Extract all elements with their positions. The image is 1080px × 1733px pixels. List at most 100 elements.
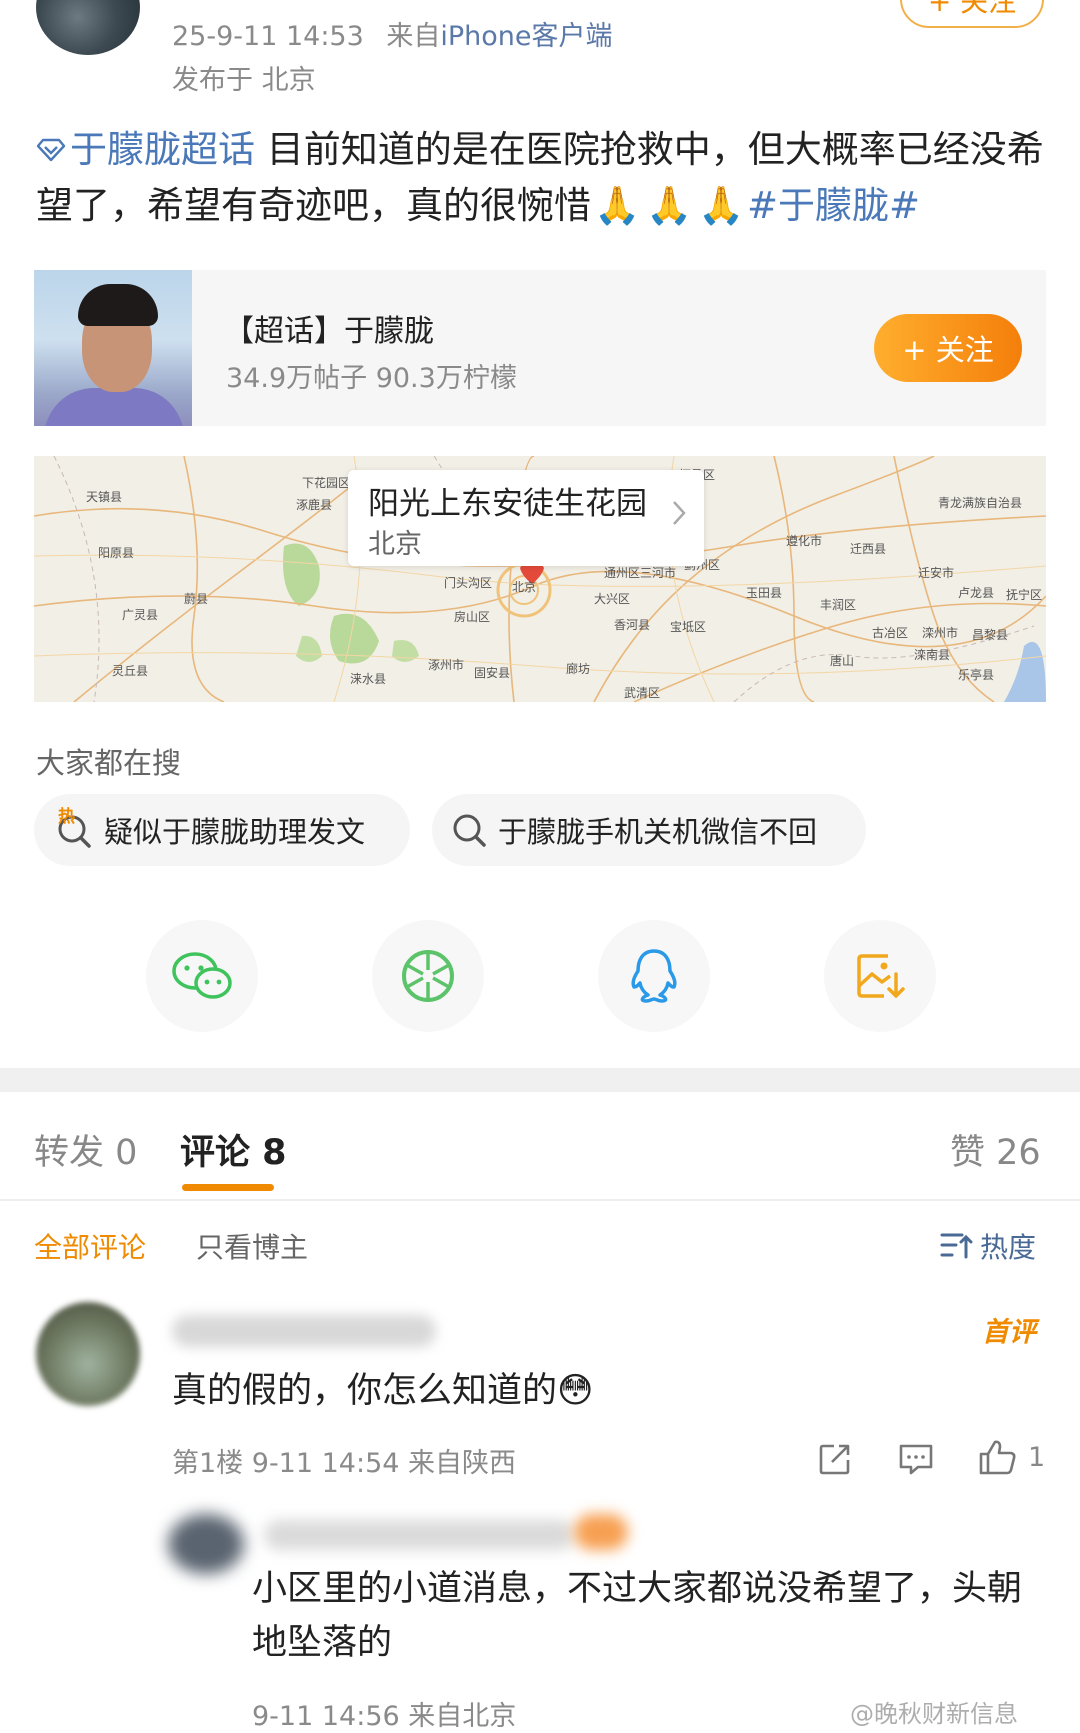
hot-badge: 热 <box>58 807 75 827</box>
map-place-label: 蔚县 <box>184 592 209 606</box>
tab-likes[interactable]: 赞 26 <box>950 1124 1041 1175</box>
location-city: 北京 <box>368 529 422 560</box>
like-count: 1 <box>1028 1442 1046 1473</box>
map-place-label: 灵丘县 <box>112 664 149 678</box>
comment-meta: 第1楼 9-11 14:54 来自陕西 <box>172 1448 517 1479</box>
map-place-label: 丰润区 <box>820 598 857 612</box>
map-place-label: 武清区 <box>624 686 661 700</box>
map-place-label: 迁西县 <box>850 542 887 556</box>
replier-badge-blurred <box>574 1514 628 1550</box>
comment-text: 真的假的，你怎么知道的😳 <box>172 1362 594 1413</box>
watermark: @晚秋财新信息 <box>850 1700 1018 1728</box>
location-map[interactable]: 北京 怀柔区 下花园区 涿鹿县 天镇县 阳原县 蔚县 广灵县 灵丘县 门头沟区 … <box>34 456 1046 702</box>
map-place-label: 三河市 <box>640 566 677 580</box>
pray-emoji: 🙏 <box>593 184 641 227</box>
comment-body: 真的假的，你怎么知道的 <box>172 1371 558 1411</box>
map-place-label: 卢龙县 <box>958 586 995 600</box>
map-place-label: 涿鹿县 <box>296 498 333 512</box>
map-place-label: 香河县 <box>614 618 651 632</box>
map-place-label: 滦南县 <box>914 648 951 662</box>
trending-search-label: 于朦胧手机关机微信不回 <box>498 815 818 849</box>
super-topic-label: 于朦胧超话 <box>70 128 255 171</box>
share-comment-icon[interactable] <box>818 1442 852 1476</box>
tab-repost[interactable]: 转发 0 <box>34 1124 137 1175</box>
hot-search-icon: 热 <box>54 807 94 850</box>
active-tab-indicator <box>182 1184 274 1191</box>
sort-label: 热度 <box>980 1231 1037 1264</box>
source-prefix: 来自 <box>386 21 441 52</box>
commenter-avatar[interactable] <box>36 1302 140 1406</box>
trending-search-chip[interactable]: 热 疑似于朦胧助理发文 <box>34 794 410 866</box>
map-place-label: 青龙满族自治县 <box>938 496 1023 510</box>
save-image-icon <box>857 954 905 998</box>
commenter-name-blurred[interactable] <box>172 1315 436 1347</box>
section-divider <box>0 1068 1080 1092</box>
shocked-emoji: 😳 <box>557 1371 594 1411</box>
map-place-label: 固安县 <box>474 666 511 680</box>
map-place-label: 涞水县 <box>350 672 387 686</box>
super-topic-title: 【超话】于朦胧 <box>224 314 434 349</box>
filter-author-only[interactable]: 只看博主 <box>196 1226 308 1266</box>
super-topic-cover-image <box>34 270 192 426</box>
super-topic-link[interactable]: 于朦胧超话 <box>36 128 267 171</box>
trending-search-chip[interactable]: 于朦胧手机关机微信不回 <box>432 794 866 866</box>
map-place-label: 古冶区 <box>872 626 909 640</box>
map-place-label: 大兴区 <box>594 592 631 606</box>
wechat-icon <box>172 952 232 999</box>
map-place-label: 门头沟区 <box>444 576 493 590</box>
pray-emoji: 🙏 <box>697 184 745 227</box>
share-wechat-button[interactable] <box>146 920 258 1032</box>
reply-comment-icon[interactable] <box>898 1442 934 1476</box>
search-icon <box>453 814 486 847</box>
tabs-divider <box>0 1199 1080 1201</box>
map-place-label: 抚宁区 <box>1006 588 1043 602</box>
share-moments-button[interactable] <box>372 920 484 1032</box>
filter-all-comments[interactable]: 全部评论 <box>34 1226 146 1266</box>
replier-name-blurred[interactable] <box>264 1520 574 1550</box>
replier-avatar-blurred[interactable] <box>168 1514 244 1574</box>
map-place-label: 广灵县 <box>122 608 159 622</box>
map-place-label: 涿州市 <box>428 658 465 672</box>
post-location: 发布于 北京 <box>172 65 316 96</box>
moments-icon <box>402 950 454 1002</box>
cover-figure-hair <box>78 284 158 326</box>
trending-search-title: 大家都在搜 <box>36 746 182 780</box>
map-place-label: 滦州市 <box>922 626 959 640</box>
chevron-right-icon <box>673 501 686 525</box>
post-meta: 25-9-11 14:53 来自iPhone客户端 <box>172 14 613 53</box>
map-place-label: 房山区 <box>454 610 491 624</box>
map-place-label: 阳原县 <box>98 546 135 560</box>
post-timestamp: 25-9-11 14:53 <box>172 21 364 52</box>
diamond-icon <box>36 138 66 162</box>
first-comment-badge: 首评 <box>982 1317 1036 1348</box>
follow-super-topic-button[interactable]: + 关注 <box>874 314 1022 382</box>
map-place-label: 通州区 <box>604 566 641 580</box>
qq-icon <box>631 949 677 1003</box>
sort-toggle[interactable]: 热度 <box>940 1226 1036 1266</box>
tab-comments[interactable]: 评论 8 <box>180 1124 287 1175</box>
map-place-label: 遵化市 <box>786 534 823 548</box>
share-qq-button[interactable] <box>598 920 710 1032</box>
reply-text: 小区里的小道消息，不过大家都说没希望了，头朝地坠落的 <box>252 1569 1023 1663</box>
location-name: 阳光上东安徒生花园 <box>368 486 647 522</box>
map-place-label: 天镇县 <box>86 490 123 504</box>
post-body: 于朦胧超话 目前知道的是在医院抢救中，但大概率已经没希望了，希望有奇迹吧，真的很… <box>36 122 1046 234</box>
map-place-label: 北京 <box>512 580 537 594</box>
author-avatar[interactable] <box>36 0 140 55</box>
save-image-button[interactable] <box>824 920 936 1032</box>
super-topic-stats: 34.9万帖子 90.3万柠檬 <box>226 363 517 394</box>
map-place-label: 昌黎县 <box>972 628 1009 642</box>
map-place-label: 玉田县 <box>746 586 783 600</box>
pray-emoji: 🙏 <box>645 184 693 227</box>
map-place-label: 宝坻区 <box>670 620 707 634</box>
follow-author-button[interactable]: + 关注 <box>900 0 1044 28</box>
hashtag-link[interactable]: #于朦胧# <box>747 184 920 227</box>
map-place-label: 迁安市 <box>918 566 955 580</box>
map-place-label: 下花园区 <box>302 476 351 490</box>
cover-figure-shirt <box>44 388 184 426</box>
location-label-card[interactable]: 阳光上东安徒生花园 北京 <box>348 470 704 566</box>
post-source: iPhone客户端 <box>440 21 613 52</box>
trending-search-label: 疑似于朦胧助理发文 <box>104 815 366 849</box>
super-topic-card[interactable]: 【超话】于朦胧 34.9万帖子 90.3万柠檬 + 关注 <box>34 270 1046 426</box>
like-icon[interactable] <box>978 1438 1018 1476</box>
